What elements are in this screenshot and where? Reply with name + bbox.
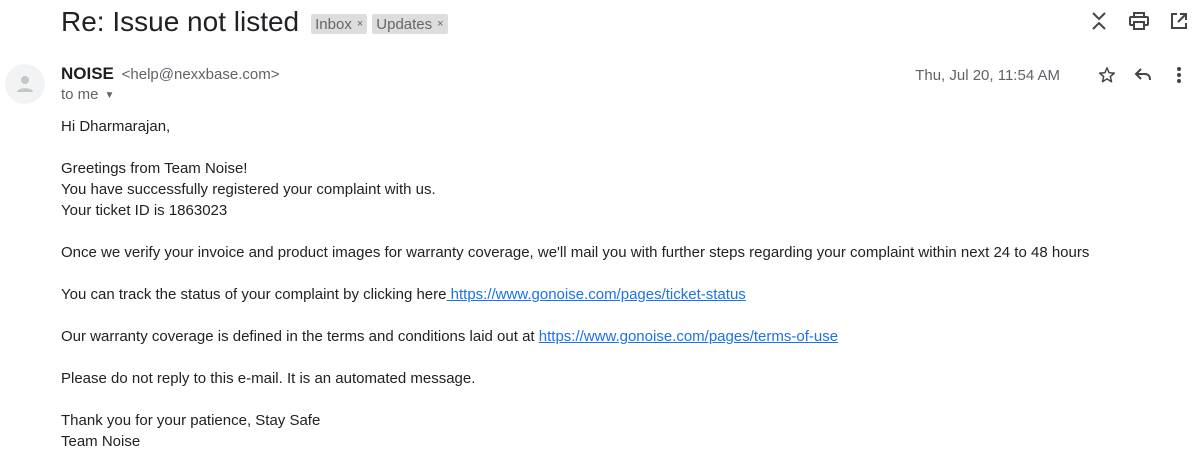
remove-label-updates-icon[interactable]: × bbox=[437, 18, 443, 30]
label-updates[interactable]: Updates × bbox=[372, 14, 448, 34]
body-line-ticket-id: Your ticket ID is 1863023 bbox=[61, 202, 228, 219]
open-in-new-window-icon[interactable] bbox=[1168, 10, 1190, 32]
body-line-thanks: Thank you for your patience, Stay Safe bbox=[61, 412, 321, 429]
remove-label-inbox-icon[interactable]: × bbox=[357, 18, 363, 30]
recipient-text: to me bbox=[61, 86, 99, 103]
label-inbox[interactable]: Inbox × bbox=[311, 14, 368, 34]
sender-email: <help@nexxbase.com> bbox=[121, 66, 280, 83]
label-inbox-text: Inbox bbox=[315, 15, 352, 33]
track-text: You can track the status of your complai… bbox=[61, 286, 447, 303]
sender-info: NOISE <help@nexxbase.com> bbox=[61, 64, 279, 84]
body-paragraph-verify: Once we verify your invoice and product … bbox=[61, 244, 1090, 261]
recipient-details-toggle[interactable]: to me ▼ bbox=[61, 86, 114, 103]
greeting: Hi Dharmarajan, bbox=[61, 118, 171, 135]
sender-avatar[interactable] bbox=[5, 64, 45, 104]
body-paragraph-track: You can track the status of your complai… bbox=[61, 284, 1181, 305]
body-line-no-reply: Please do not reply to this e-mail. It i… bbox=[61, 370, 476, 387]
print-icon[interactable] bbox=[1128, 10, 1150, 32]
more-vert-icon[interactable] bbox=[1168, 64, 1190, 86]
chevron-down-icon[interactable]: ▼ bbox=[105, 90, 115, 101]
signature: Team Noise bbox=[61, 433, 141, 450]
terms-of-use-link[interactable]: https://www.gonoise.com/pages/terms-of-u… bbox=[539, 328, 838, 345]
body-paragraph-warranty: Our warranty coverage is defined in the … bbox=[61, 326, 1181, 347]
message-body: Hi Dharmarajan, Greetings from Team Nois… bbox=[61, 116, 1181, 452]
sender-name[interactable]: NOISE bbox=[61, 64, 114, 83]
message-date: Thu, Jul 20, 11:54 AM bbox=[915, 66, 1060, 84]
reply-icon[interactable] bbox=[1132, 64, 1154, 86]
person-avatar-icon bbox=[17, 76, 33, 92]
body-line-registered: You have successfully registered your co… bbox=[61, 181, 436, 198]
thread-actions bbox=[1088, 10, 1190, 32]
subject-row: Re: Issue not listed Inbox × Updates × bbox=[61, 4, 453, 40]
star-icon[interactable] bbox=[1096, 64, 1118, 86]
collapse-all-icon[interactable] bbox=[1088, 10, 1110, 32]
ticket-status-link[interactable]: https://www.gonoise.com/pages/ticket-sta… bbox=[446, 286, 746, 303]
label-updates-text: Updates bbox=[376, 15, 433, 33]
body-line-greetings: Greetings from Team Noise! bbox=[61, 160, 248, 177]
email-subject: Re: Issue not listed bbox=[61, 6, 300, 37]
warranty-text: Our warranty coverage is defined in the … bbox=[61, 328, 539, 345]
message-meta: Thu, Jul 20, 11:54 AM bbox=[915, 64, 1190, 86]
